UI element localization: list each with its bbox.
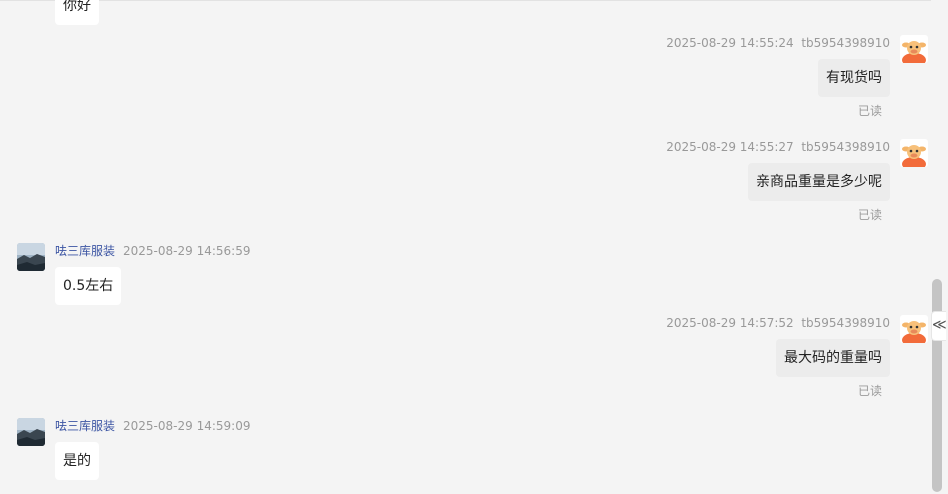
buyer-avatar-icon[interactable]: [900, 139, 928, 167]
chat-message-list[interactable]: 你好 2025-08-29 14:55:24 tb5954398910 有现货吗…: [0, 0, 931, 494]
message-user: tb5954398910: [801, 316, 890, 330]
buyer-avatar-icon[interactable]: [900, 315, 928, 343]
message-bubble[interactable]: 0.5左右: [55, 267, 122, 305]
message-user: tb5954398910: [801, 36, 890, 50]
message-bubble[interactable]: 你好: [55, 0, 99, 25]
message-bubble[interactable]: 有现货吗: [818, 59, 890, 97]
message-time: 2025-08-29 14:57:52: [666, 316, 794, 330]
message-user: tb5954398910: [801, 140, 890, 154]
seller-avatar-icon[interactable]: [17, 418, 45, 446]
message-meta: 呿三库服装 2025-08-29 14:59:09: [55, 419, 250, 433]
seller-avatar-icon[interactable]: [17, 243, 45, 271]
message-bubble[interactable]: 亲商品重量是多少呢: [748, 163, 890, 201]
message-bubble[interactable]: 最大码的重量吗: [776, 339, 890, 377]
message-time: 2025-08-29 14:55:24: [666, 36, 794, 50]
read-status: 已读: [858, 104, 883, 118]
message-meta: 呿三库服装 2025-08-29 14:56:59: [55, 244, 250, 258]
message-time: 2025-08-29 14:56:59: [123, 244, 251, 258]
sender-name[interactable]: 呿三库服装: [55, 419, 115, 433]
read-status: 已读: [858, 208, 883, 222]
message-time: 2025-08-29 14:59:09: [123, 419, 251, 433]
buyer-avatar-icon[interactable]: [900, 35, 928, 63]
message-meta: 2025-08-29 14:55:27 tb5954398910: [666, 140, 890, 154]
message-meta: 2025-08-29 14:57:52 tb5954398910: [666, 316, 890, 330]
read-status: 已读: [858, 384, 883, 398]
message-meta: 2025-08-29 14:55:24 tb5954398910: [666, 36, 890, 50]
message-time: 2025-08-29 14:55:27: [666, 140, 794, 154]
message-bubble[interactable]: 是的: [55, 442, 99, 480]
sender-name[interactable]: 呿三库服装: [55, 244, 115, 258]
collapse-panel-button[interactable]: ≪: [931, 311, 947, 341]
